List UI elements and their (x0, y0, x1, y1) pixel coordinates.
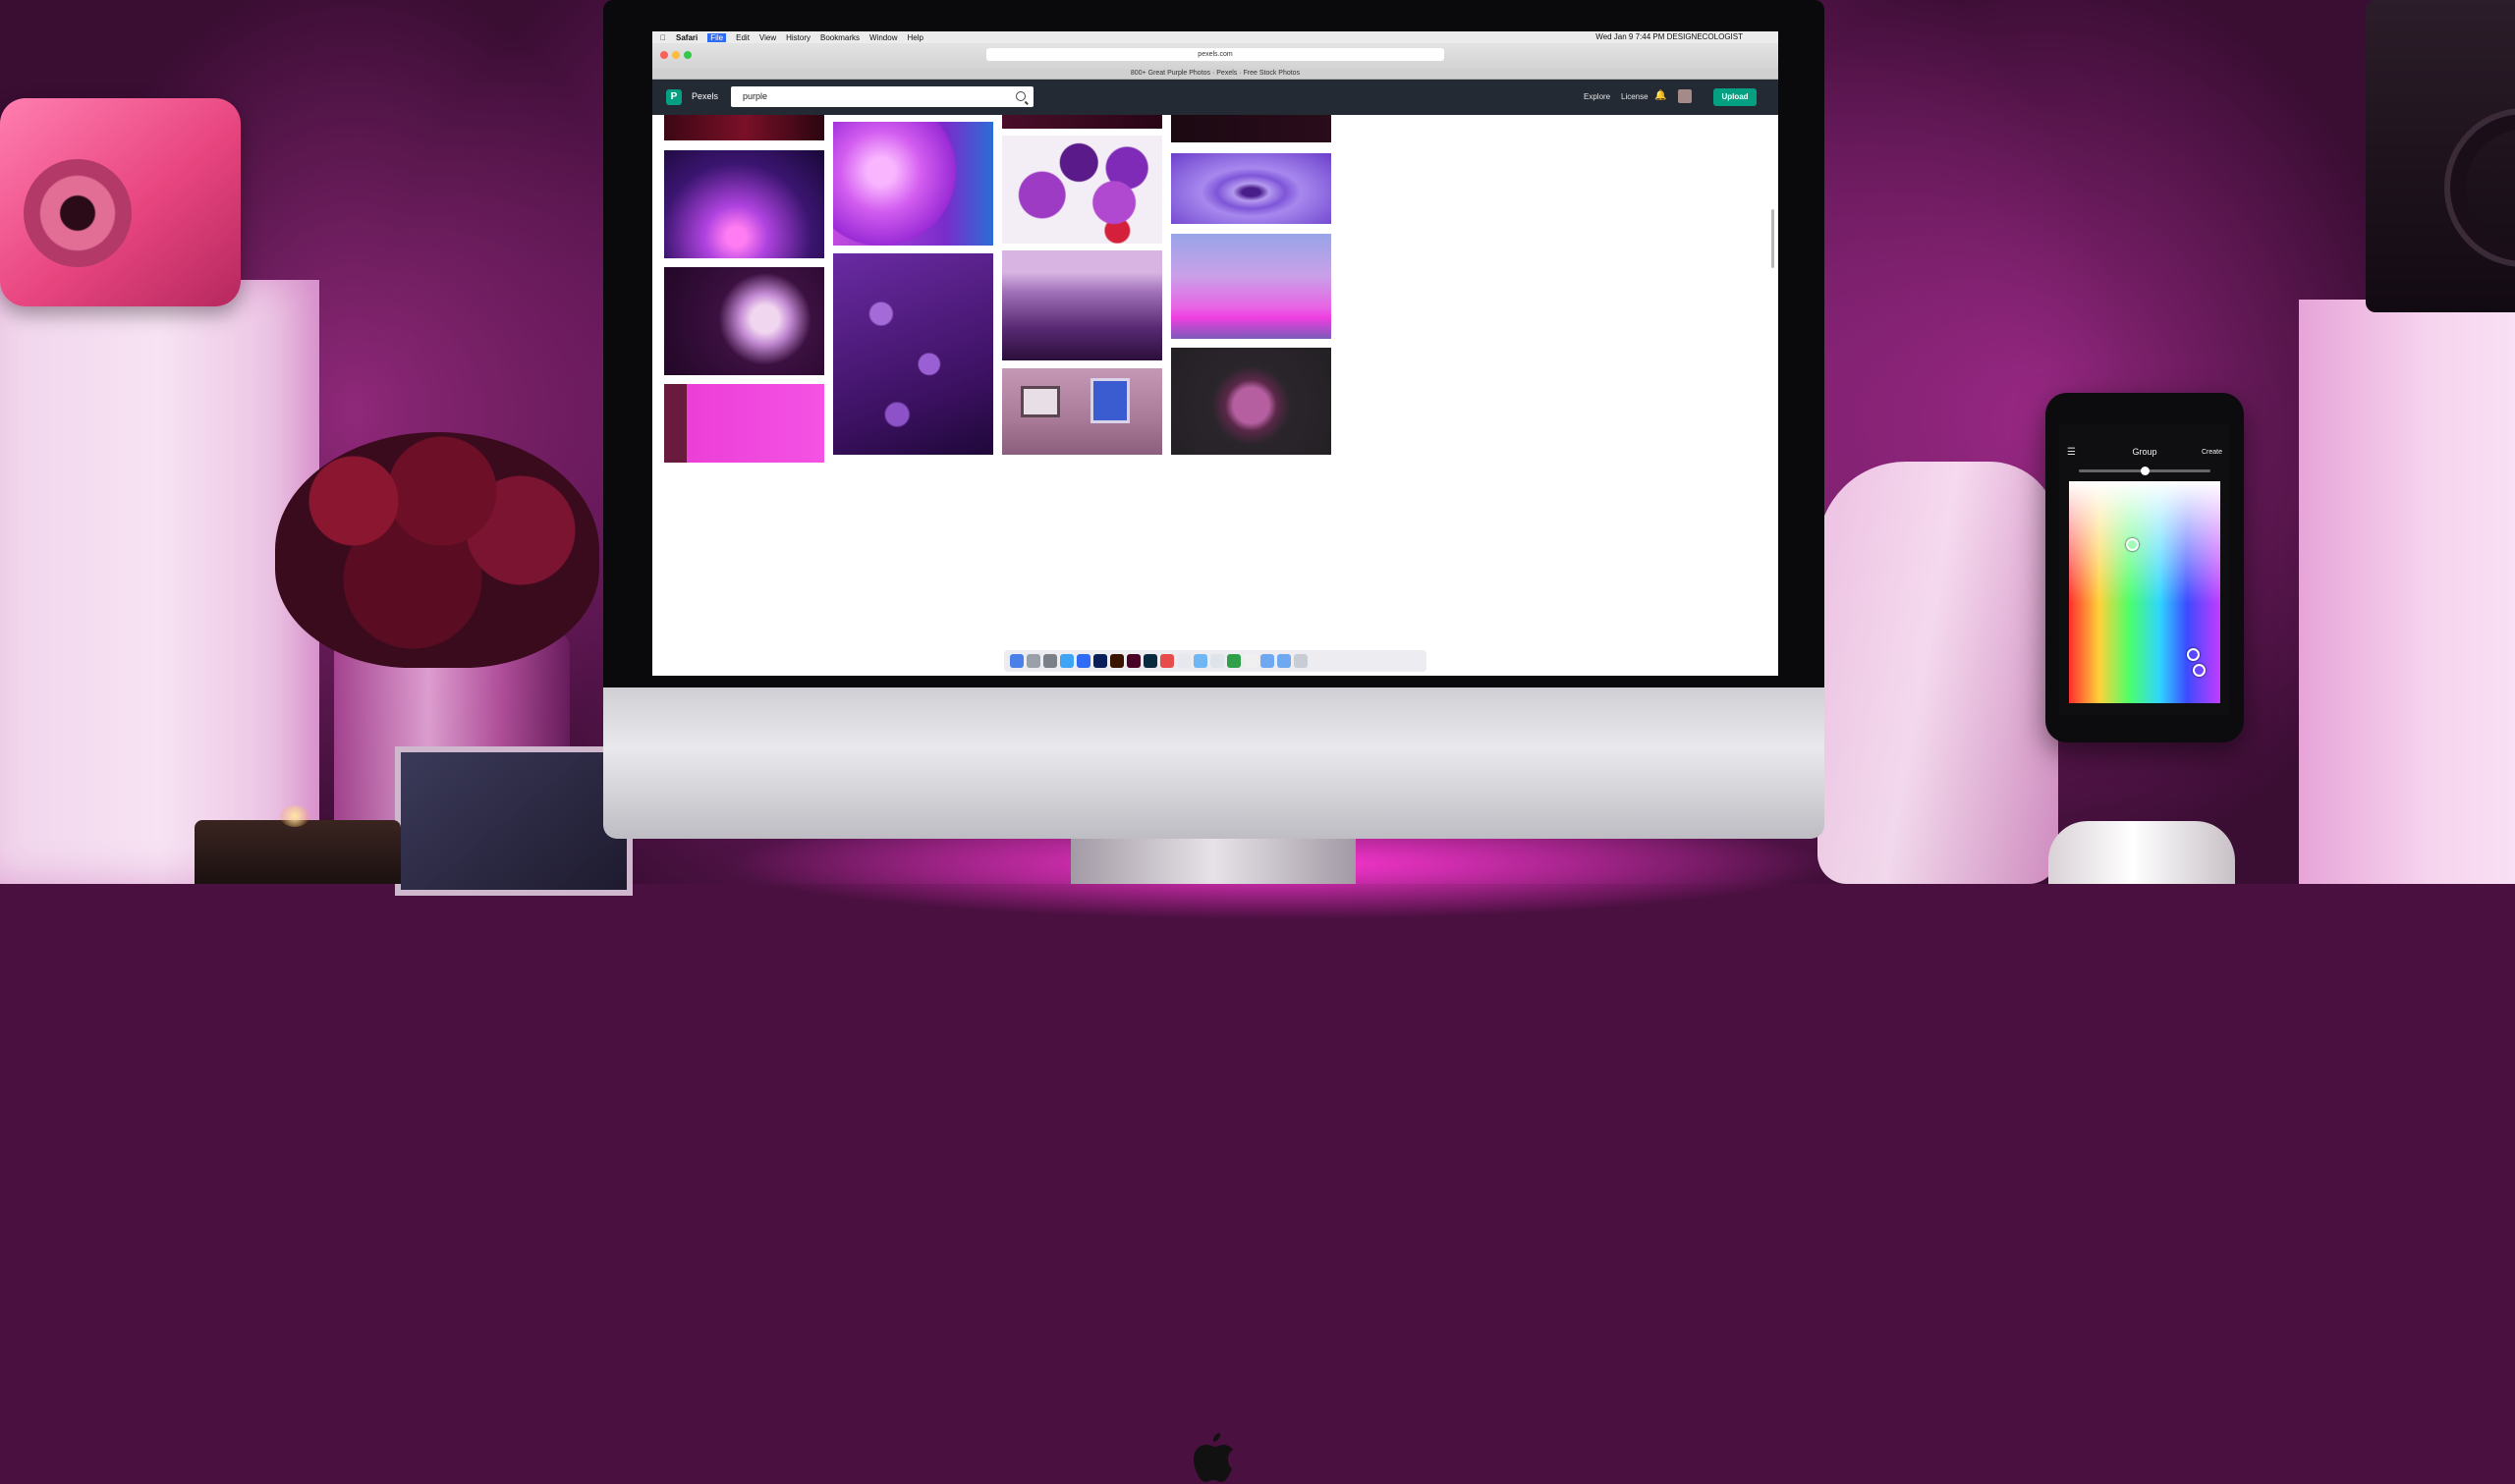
address-bar[interactable]: pexels.com (986, 48, 1444, 61)
zoom-window-button[interactable] (684, 51, 692, 59)
pexels-header: P Pexels purple Explore License 🔔 Upload (652, 80, 1778, 115)
photo-tile[interactable] (1090, 378, 1130, 423)
bell-icon[interactable]: 🔔 (1654, 90, 1666, 101)
candle-jar (195, 820, 401, 884)
pexels-logo[interactable]: P (666, 89, 682, 105)
menu-file[interactable]: File (707, 32, 727, 42)
illustrator-icon[interactable] (1110, 654, 1124, 668)
menubar-clock[interactable]: Wed Jan 9 7:44 PM DESIGNECOLOGIST (1595, 31, 1743, 43)
document-icon[interactable] (1244, 654, 1258, 668)
trash-icon[interactable] (1294, 654, 1308, 668)
camera-lens (24, 159, 132, 267)
photo-tile[interactable] (664, 384, 824, 463)
app-menu[interactable]: Safari (676, 33, 698, 42)
photo-tile[interactable] (1171, 153, 1331, 224)
indesign-icon[interactable] (1127, 654, 1141, 668)
avatar[interactable] (1678, 89, 1692, 103)
mac-menubar:  Safari File Edit View History Bookmark… (652, 31, 1778, 43)
settings-icon[interactable] (1177, 654, 1191, 668)
photo-tile[interactable] (1021, 386, 1060, 417)
apple-menu-icon[interactable]:  (660, 33, 666, 42)
safari-toolbar: pexels.com (652, 43, 1778, 70)
system-prefs-icon[interactable] (1043, 654, 1057, 668)
smartphone: ☰ Group Create (2045, 393, 2244, 742)
gallery-scrollbar[interactable] (1771, 209, 1774, 268)
imac-chin (603, 687, 1824, 1482)
imac-stand (1071, 839, 1356, 884)
nav-license[interactable]: License (1621, 92, 1649, 101)
photo-tile[interactable] (664, 115, 824, 140)
folder-icon[interactable] (1277, 654, 1291, 668)
itunes-icon[interactable] (1160, 654, 1174, 668)
apple-logo-icon (1194, 1433, 1233, 1482)
create-button[interactable]: Create (2202, 449, 2222, 456)
mug (2048, 821, 2235, 884)
photo-tile[interactable] (1002, 136, 1162, 244)
menu-help[interactable]: Help (907, 33, 922, 42)
phone-screen: ☰ Group Create (2059, 424, 2230, 715)
imac-screen:  Safari File Edit View History Bookmark… (652, 31, 1778, 676)
phone-app-bar: ☰ Group Create (2059, 438, 2230, 466)
photo-tile[interactable] (833, 253, 993, 455)
menu-view[interactable]: View (759, 33, 776, 42)
photoshop-icon[interactable] (1093, 654, 1107, 668)
search-icon[interactable] (1016, 91, 1026, 101)
brightness-slider[interactable] (2079, 467, 2210, 475)
photo-tile[interactable] (1002, 115, 1162, 129)
photo-tile[interactable] (664, 267, 824, 375)
search-value: purple (743, 91, 768, 101)
photo-tile[interactable] (664, 150, 824, 258)
menu-icon[interactable]: ☰ (2067, 447, 2076, 458)
clock-text: Wed Jan 9 7:44 PM (1595, 32, 1665, 41)
mac-dock (1004, 650, 1426, 672)
pexels-name[interactable]: Pexels (692, 91, 718, 101)
color-picker[interactable] (2069, 481, 2220, 703)
photo-gallery (652, 115, 1778, 676)
lightroom-icon[interactable] (1144, 654, 1157, 668)
photo-tile[interactable] (1171, 348, 1331, 455)
photo-tile[interactable] (1002, 250, 1162, 360)
color-picker-handle[interactable] (2126, 538, 2139, 551)
app-store-icon[interactable] (1060, 654, 1074, 668)
color-picker-handle[interactable] (2193, 664, 2206, 677)
photo-tile[interactable] (1171, 234, 1331, 339)
candle-flame (280, 805, 309, 827)
notes-icon[interactable] (1210, 654, 1224, 668)
cloud-icon[interactable] (1194, 654, 1207, 668)
slider-knob[interactable] (2141, 467, 2150, 475)
left-shelf (0, 280, 319, 884)
flower-bouquet (275, 432, 599, 668)
color-picker-handle[interactable] (2187, 648, 2200, 661)
instant-camera (0, 98, 241, 306)
upload-button[interactable]: Upload (1713, 88, 1757, 106)
photo-tile[interactable] (833, 122, 993, 246)
phone-title: Group (2132, 447, 2157, 457)
right-shelf (2299, 300, 2515, 884)
menu-bookmarks[interactable]: Bookmarks (820, 33, 860, 42)
finder-icon[interactable] (1010, 654, 1024, 668)
tab-title[interactable]: 800+ Great Purple Photos · Pexels · Free… (652, 69, 1778, 80)
menu-window[interactable]: Window (869, 33, 897, 42)
folder-icon[interactable] (1260, 654, 1274, 668)
photo-tile[interactable] (1171, 115, 1331, 142)
user-name: DESIGNECOLOGIST (1666, 32, 1743, 41)
menu-edit[interactable]: Edit (736, 33, 750, 42)
search-input[interactable]: purple (731, 86, 1034, 107)
safari-icon[interactable] (1077, 654, 1090, 668)
nav-explore[interactable]: Explore (1584, 92, 1610, 101)
minimize-window-button[interactable] (672, 51, 680, 59)
messages-icon[interactable] (1227, 654, 1241, 668)
launchpad-icon[interactable] (1027, 654, 1040, 668)
close-window-button[interactable] (660, 51, 668, 59)
menu-history[interactable]: History (786, 33, 810, 42)
